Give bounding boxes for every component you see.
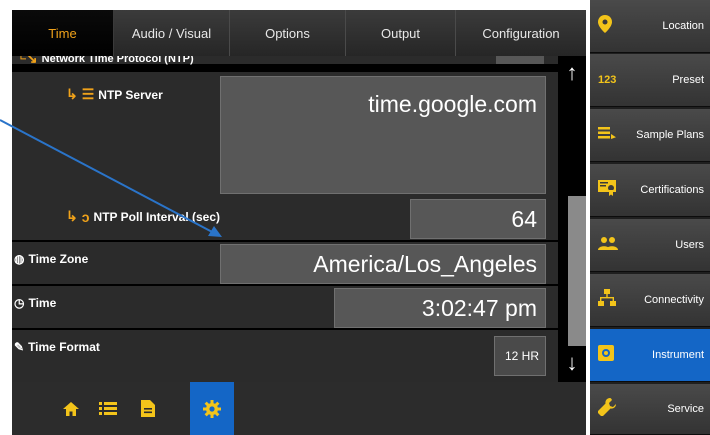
collapse-indicator-icon: └↘ (16, 56, 38, 66)
ntp-header-value[interactable] (496, 56, 544, 64)
ntp-poll-label: ↳ ↄ NTP Poll Interval (sec) (66, 208, 221, 225)
123-icon: 123 (598, 74, 617, 86)
tab-bar: Time Audio / Visual Options Output Confi… (12, 10, 586, 56)
tab-options[interactable]: Options (230, 10, 346, 56)
users-icon (598, 236, 622, 255)
wrench-icon (598, 397, 622, 421)
sidebar-item-sample-plans[interactable]: Sample Plans (590, 109, 710, 162)
scroll-thumb[interactable] (568, 196, 586, 346)
sidebar-item-instrument[interactable]: Instrument (590, 329, 710, 382)
ntp-poll-field[interactable]: 64 (410, 199, 546, 239)
tab-configuration[interactable]: Configuration (456, 10, 586, 56)
time-field[interactable]: 3:02:47 pm (334, 288, 546, 328)
clock-icon: ◷ (14, 296, 25, 310)
server-icon: ☰ (81, 86, 95, 102)
globe-icon: ◍ (14, 252, 25, 266)
location-pin-icon (598, 14, 622, 38)
tab-output[interactable]: Output (346, 10, 456, 56)
bottom-toolbar (12, 382, 586, 435)
list-icon (98, 402, 117, 415)
instrument-icon (598, 344, 622, 366)
sidebar-item-users[interactable]: Users (590, 219, 710, 272)
sidebar-item-location[interactable]: Location (590, 0, 710, 53)
tab-audio-visual[interactable]: Audio / Visual (114, 10, 230, 56)
scrollbar[interactable]: ↑ ↓ (558, 56, 586, 382)
time-format-row (12, 330, 558, 382)
settings-panel: └↘ Network Time Protocol (NTP) ↳ ☰ NTP S… (12, 56, 586, 382)
settings-list: └↘ Network Time Protocol (NTP) ↳ ☰ NTP S… (12, 56, 558, 382)
list-arrow-icon (598, 126, 622, 144)
list-button[interactable] (89, 382, 126, 435)
sidebar-item-certifications[interactable]: Certifications (590, 164, 710, 217)
scroll-up-icon[interactable]: ↑ (558, 60, 586, 86)
ntp-header-label: └↘ Network Time Protocol (NTP) (16, 56, 194, 67)
sidebar-item-preset[interactable]: 123 Preset (590, 54, 710, 107)
right-sidebar: Location 123 Preset Sample Plans Certifi… (590, 0, 710, 435)
sidebar-item-connectivity[interactable]: Connectivity (590, 274, 710, 327)
tab-time[interactable]: Time (12, 10, 114, 56)
home-button[interactable] (52, 382, 89, 435)
time-label: ◷ Time (14, 296, 57, 310)
sidebar-item-service[interactable]: Service (590, 384, 710, 435)
timer-icon: ↄ (81, 208, 90, 225)
edit-icon: ✎ (14, 340, 25, 354)
settings-button[interactable] (190, 382, 234, 435)
document-icon (140, 400, 155, 417)
home-icon (62, 401, 79, 416)
time-zone-label: ◍ Time Zone (14, 252, 89, 266)
sub-item-arrow-icon: ↳ (66, 86, 78, 102)
sub-item-arrow-icon: ↳ (66, 208, 78, 224)
ntp-server-label: ↳ ☰ NTP Server (66, 86, 163, 102)
time-format-field[interactable]: 12 HR (494, 336, 546, 376)
network-icon (598, 288, 622, 312)
time-zone-field[interactable]: America/Los_Angeles (220, 244, 546, 284)
time-format-label: ✎ Time Format (14, 340, 100, 354)
ntp-server-field[interactable]: time.google.com (220, 76, 546, 194)
scroll-down-icon[interactable]: ↓ (558, 350, 586, 376)
document-button[interactable] (129, 382, 166, 435)
instrument-screen: Time Audio / Visual Options Output Confi… (0, 0, 710, 435)
certificate-icon (598, 179, 622, 201)
gear-icon (203, 399, 221, 418)
